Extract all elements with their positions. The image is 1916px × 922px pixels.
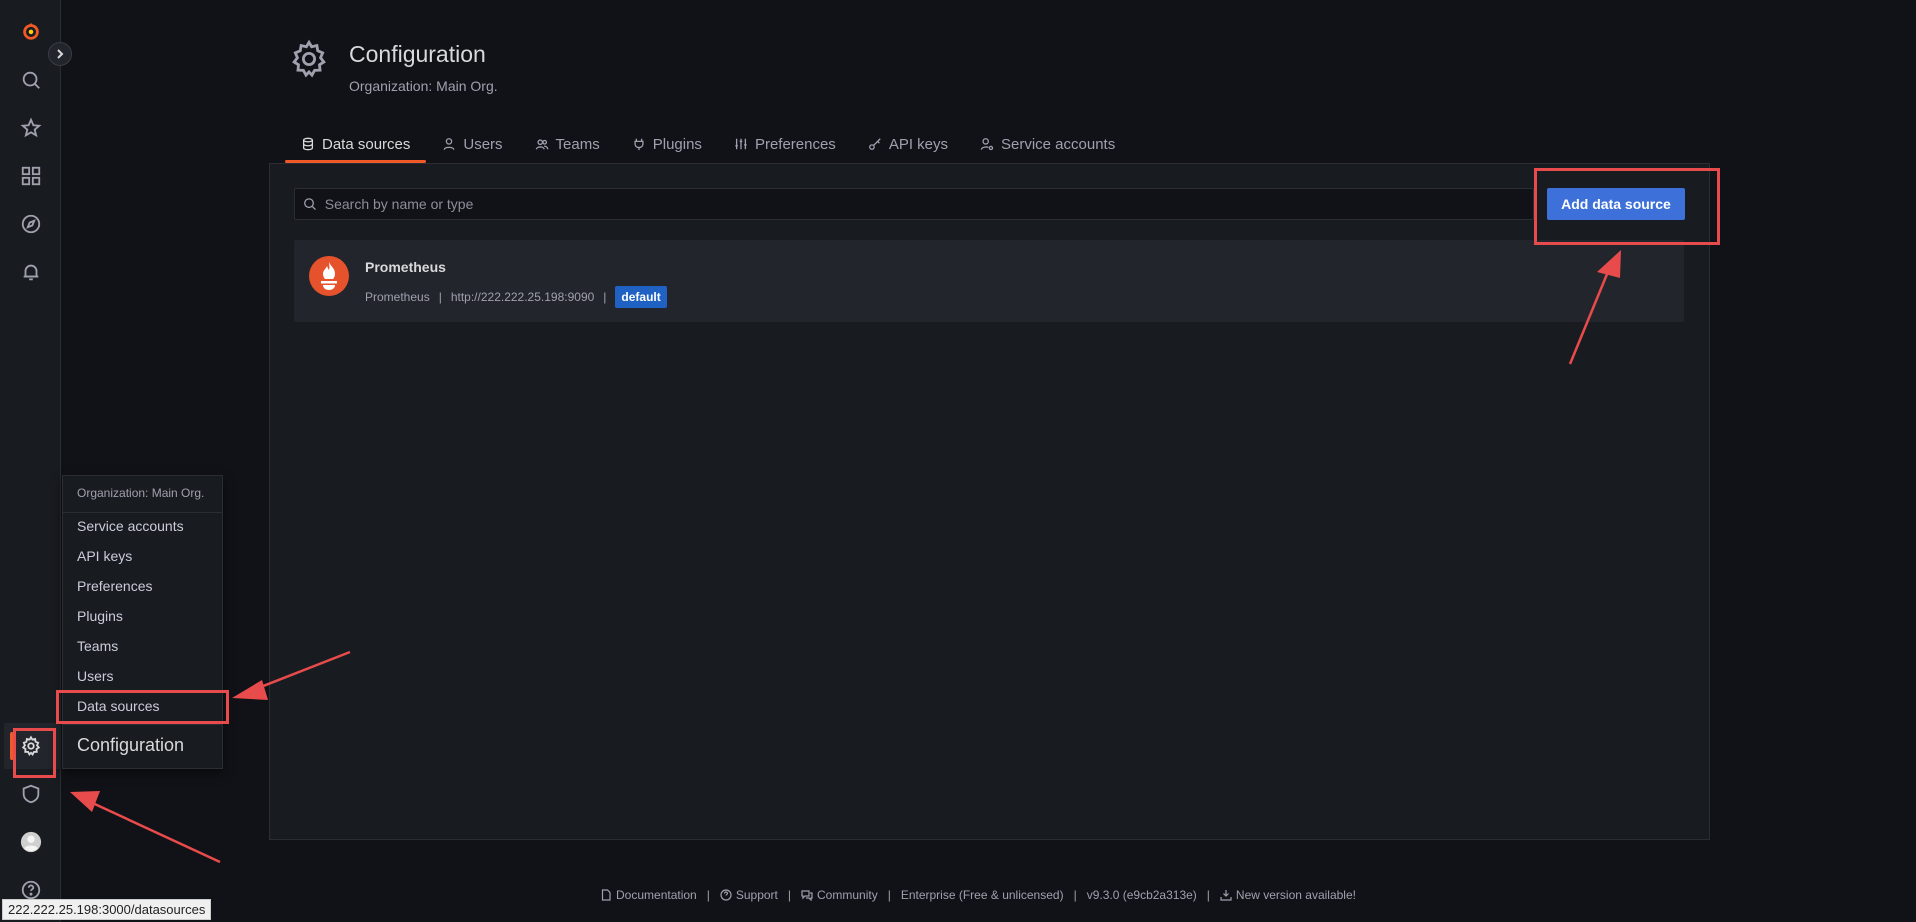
gear-icon (292, 39, 326, 78)
search-icon[interactable] (0, 60, 61, 100)
star-icon[interactable] (0, 108, 61, 148)
search-box[interactable] (294, 188, 1534, 220)
bell-icon[interactable] (0, 252, 61, 292)
footer-community-link[interactable]: Community (801, 888, 878, 902)
flyout-item-api-keys[interactable]: API keys (77, 548, 132, 564)
dashboards-icon[interactable] (0, 156, 61, 196)
divider (63, 724, 222, 725)
tab-data-sources[interactable]: Data sources (285, 128, 427, 163)
footer-separator: | (1073, 888, 1077, 902)
search-icon (304, 198, 316, 211)
datasource-meta: Prometheus | http://222.222.25.198:9090 … (365, 286, 667, 308)
tab-label: Service accounts (1001, 135, 1116, 153)
tab-label: Preferences (754, 135, 836, 153)
footer-separator: | (706, 888, 710, 902)
annotation-highlight-add-button (1534, 168, 1720, 245)
avatar[interactable] (0, 822, 61, 862)
flyout-item-plugins[interactable]: Plugins (77, 608, 123, 624)
footer-edition[interactable]: Enterprise (Free & unlicensed) (901, 888, 1064, 902)
default-badge: default (615, 286, 667, 308)
comments-icon (801, 890, 813, 901)
separator: | (603, 290, 607, 304)
key-icon (868, 138, 881, 150)
datasource-card[interactable]: Prometheus Prometheus | http://222.222.2… (294, 240, 1684, 322)
footer-support-label: Support (735, 888, 778, 902)
footer-new-version-label: New version available! (1235, 888, 1356, 902)
flyout-title[interactable]: Configuration (77, 735, 184, 756)
flyout-item-preferences[interactable]: Preferences (77, 578, 152, 594)
plug-icon (634, 138, 644, 151)
footer-separator: | (1206, 888, 1210, 902)
side-nav (0, 0, 61, 922)
datasource-url: http://222.222.25.198:9090 (450, 290, 595, 304)
separator: | (438, 290, 442, 304)
footer-documentation-link[interactable]: Documentation (600, 888, 697, 902)
expand-menu-button[interactable] (48, 42, 72, 66)
shield-icon[interactable] (0, 774, 61, 814)
footer-version: v9.3.0 (e9cb2a313e) (1086, 888, 1197, 902)
annotation-highlight-data-sources (56, 690, 229, 724)
tab-plugins[interactable]: Plugins (616, 128, 718, 160)
flyout-item-service-accounts[interactable]: Service accounts (77, 518, 184, 534)
annotation-arrow (70, 791, 221, 864)
footer-community-label: Community (817, 888, 878, 902)
tab-service-accounts[interactable]: Service accounts (964, 128, 1131, 160)
flyout-item-teams[interactable]: Teams (77, 638, 118, 654)
footer-separator: | (887, 888, 891, 902)
compass-icon[interactable] (0, 204, 61, 244)
flyout-org-label: Organization: Main Org. (77, 486, 205, 500)
tab-label: Teams (555, 135, 600, 153)
document-icon (601, 889, 611, 901)
tab-preferences[interactable]: Preferences (718, 128, 852, 160)
tab-label: Data sources (322, 135, 411, 153)
datasource-type: Prometheus (365, 290, 430, 304)
users-icon (535, 139, 548, 150)
annotation-highlight-gear (13, 728, 56, 778)
tab-label: API keys (888, 135, 948, 153)
tab-label: Users (463, 135, 503, 153)
download-icon (1220, 890, 1232, 901)
chevron-right-icon (57, 49, 64, 59)
question-circle-icon (720, 889, 732, 901)
user-icon (443, 138, 455, 150)
browser-status-url: 222.222.25.198:3000/datasources (2, 899, 212, 920)
footer-separator: | (787, 888, 792, 902)
footer: Documentation | Support | Community | En… (0, 888, 1916, 902)
footer-support-link[interactable]: Support (720, 888, 778, 902)
configuration-flyout-menu: Organization: Main Org. Service accounts… (62, 475, 223, 769)
database-icon (302, 137, 314, 151)
prometheus-logo-icon (309, 256, 349, 296)
tab-label: Plugins (652, 135, 702, 153)
tab-bar: Data sources Users Teams Plugins Prefere… (285, 128, 1131, 164)
tab-api-keys[interactable]: API keys (852, 128, 964, 160)
user-cog-icon (980, 138, 994, 151)
footer-documentation-label: Documentation (616, 888, 697, 902)
page-title: Configuration (349, 41, 486, 67)
search-input[interactable] (324, 196, 1533, 212)
tab-teams[interactable]: Teams (519, 128, 616, 160)
page-subtitle: Organization: Main Org. (349, 78, 498, 94)
tab-users[interactable]: Users (426, 128, 518, 160)
footer-new-version-link[interactable]: New version available! (1220, 888, 1356, 902)
divider (63, 512, 222, 513)
sliders-icon (735, 138, 747, 150)
datasource-name[interactable]: Prometheus (365, 259, 446, 275)
flyout-item-users[interactable]: Users (77, 668, 114, 684)
